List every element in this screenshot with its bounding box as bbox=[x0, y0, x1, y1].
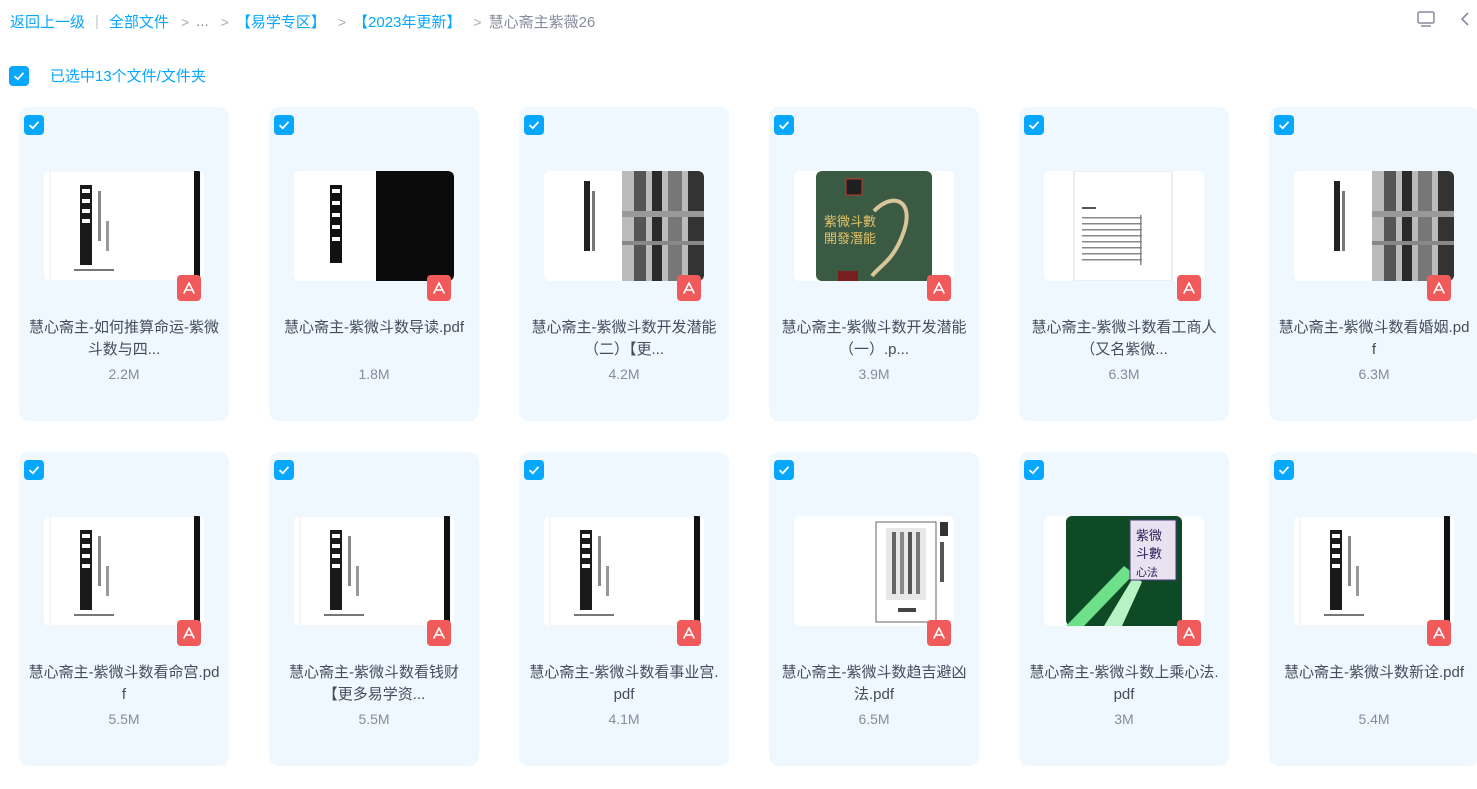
file-card[interactable]: 慧心斋主-紫微斗数看命宫.pdf 5.5M bbox=[19, 452, 229, 766]
file-size: 5.4M bbox=[1358, 711, 1390, 727]
breadcrumb-current: 慧心斋主紫薇26 bbox=[488, 14, 596, 31]
file-thumbnail bbox=[1044, 171, 1204, 281]
file-thumbnail bbox=[794, 516, 954, 626]
file-checkbox[interactable] bbox=[774, 115, 794, 135]
file-checkbox[interactable] bbox=[1024, 460, 1044, 480]
breadcrumb-ellipsis[interactable]: ... bbox=[196, 13, 209, 30]
file-card[interactable]: 紫微斗數心法慧心斋主-紫微斗数上乘心法.pdf 3M bbox=[1019, 452, 1229, 766]
file-checkbox[interactable] bbox=[1274, 460, 1294, 480]
breadcrumb: 返回上一级 | 全部文件 > ... > 【易学专区】 > 【2023年更新】 … bbox=[10, 11, 595, 32]
file-card[interactable]: 慧心斋主-紫微斗数看婚姻.pdf 6.3M bbox=[1269, 107, 1477, 421]
breadcrumb-all-files[interactable]: 全部文件 bbox=[109, 11, 169, 32]
breadcrumb-divider: | bbox=[95, 13, 99, 30]
file-checkbox[interactable] bbox=[1274, 115, 1294, 135]
pdf-icon bbox=[177, 275, 201, 301]
file-card[interactable]: 慧心斋主-紫微斗数开发潜能（二）【更... 4.2M bbox=[519, 107, 729, 421]
file-size: 3M bbox=[1114, 711, 1134, 727]
file-size: 2.2M bbox=[108, 366, 140, 382]
file-size: 3.9M bbox=[858, 366, 890, 382]
file-checkbox[interactable] bbox=[774, 460, 794, 480]
pdf-icon bbox=[1177, 275, 1201, 301]
file-thumbnail bbox=[44, 171, 204, 281]
file-size: 6.3M bbox=[1358, 366, 1390, 382]
file-name: 慧心斋主-如何推算命运-紫微斗数与四... bbox=[29, 319, 219, 358]
file-size: 4.1M bbox=[608, 711, 640, 727]
file-name: 慧心斋主-紫微斗数看工商人（又名紫微... bbox=[1031, 319, 1217, 358]
back-link[interactable]: 返回上一级 bbox=[10, 11, 85, 32]
file-name: 慧心斋主-紫微斗数导读.pdf bbox=[283, 319, 465, 336]
svg-text:紫微斗數: 紫微斗數 bbox=[824, 215, 876, 230]
file-size: 6.3M bbox=[1108, 366, 1140, 382]
file-size: 1.8M bbox=[358, 366, 390, 382]
svg-text:紫微: 紫微 bbox=[1136, 529, 1162, 544]
selection-bar: 已选中13个文件/文件夹 bbox=[9, 65, 206, 86]
file-card[interactable]: 慧心斋主-紫微斗数看工商人（又名紫微... 6.3M bbox=[1019, 107, 1229, 421]
file-checkbox[interactable] bbox=[1024, 115, 1044, 135]
file-name: 慧心斋主-紫微斗数趋吉避凶法.pdf bbox=[781, 664, 967, 703]
file-card[interactable]: 慧心斋主-如何推算命运-紫微斗数与四... 2.2M bbox=[19, 107, 229, 421]
file-thumbnail: 紫微斗數 開發潛能 bbox=[794, 171, 954, 281]
file-card[interactable]: 紫微斗數開發潛能慧心斋主-紫微斗数开发潜能（一）.p... 3.9M bbox=[769, 107, 979, 421]
file-card[interactable]: 慧心斋主-紫微斗数导读.pdf 1.8M bbox=[269, 107, 479, 421]
breadcrumb-chevron-icon: > bbox=[473, 13, 482, 30]
breadcrumb-chevron-icon: > bbox=[220, 13, 229, 30]
breadcrumb-chevron-icon: > bbox=[180, 13, 190, 30]
file-size: 5.5M bbox=[358, 711, 390, 727]
file-thumbnail bbox=[1294, 171, 1454, 281]
pdf-icon bbox=[177, 620, 201, 646]
pdf-icon bbox=[427, 275, 451, 301]
select-all-checkbox[interactable] bbox=[9, 65, 29, 86]
file-checkbox[interactable] bbox=[524, 115, 544, 135]
pdf-icon bbox=[1177, 620, 1201, 646]
file-name: 慧心斋主-紫微斗数新诠.pdf bbox=[1283, 664, 1465, 681]
pdf-icon bbox=[1427, 275, 1451, 301]
file-size: 6.5M bbox=[858, 711, 890, 727]
file-checkbox[interactable] bbox=[274, 115, 294, 135]
file-thumbnail bbox=[1294, 516, 1454, 626]
selection-count-text: 已选中13个文件/文件夹 bbox=[50, 68, 206, 85]
pdf-icon bbox=[427, 620, 451, 646]
file-card[interactable]: 慧心斋主-紫微斗数趋吉避凶法.pdf 6.5M bbox=[769, 452, 979, 766]
file-thumbnail bbox=[294, 516, 454, 626]
svg-text:開發潛能: 開發潛能 bbox=[824, 232, 876, 247]
breadcrumb-folder-2023[interactable]: 【2023年更新】 bbox=[353, 11, 461, 32]
file-checkbox[interactable] bbox=[24, 115, 44, 135]
top-bar: 返回上一级 | 全部文件 > ... > 【易学专区】 > 【2023年更新】 … bbox=[0, 0, 1477, 42]
breadcrumb-chevron-icon: > bbox=[337, 13, 347, 30]
file-checkbox[interactable] bbox=[24, 460, 44, 480]
file-card[interactable]: 慧心斋主-紫微斗数新诠.pdf 5.4M bbox=[1269, 452, 1477, 766]
file-name: 慧心斋主-紫微斗数开发潜能（一）.p... bbox=[781, 319, 967, 358]
file-card[interactable]: 慧心斋主-紫微斗数看钱财【更多易学资... 5.5M bbox=[269, 452, 479, 766]
file-card[interactable]: 慧心斋主-紫微斗数看事业宫.pdf 4.1M bbox=[519, 452, 729, 766]
svg-text:心法: 心法 bbox=[1136, 565, 1158, 579]
file-size: 5.5M bbox=[108, 711, 140, 727]
monitor-icon[interactable] bbox=[1416, 9, 1436, 29]
file-name: 慧心斋主-紫微斗数看钱财【更多易学资... bbox=[289, 664, 459, 703]
svg-text:斗數: 斗數 bbox=[1136, 547, 1162, 562]
file-name: 慧心斋主-紫微斗数开发潜能（二）【更... bbox=[531, 319, 717, 358]
breadcrumb-folder-yixue[interactable]: 【易学专区】 bbox=[236, 11, 326, 32]
file-checkbox[interactable] bbox=[524, 460, 544, 480]
chevron-left-icon[interactable] bbox=[1455, 9, 1475, 29]
file-thumbnail bbox=[544, 516, 704, 626]
file-name: 慧心斋主-紫微斗数看事业宫.pdf bbox=[529, 664, 719, 703]
pdf-icon bbox=[677, 620, 701, 646]
file-thumbnail bbox=[44, 516, 204, 626]
pdf-icon bbox=[927, 620, 951, 646]
file-thumbnail bbox=[294, 171, 454, 281]
file-size: 4.2M bbox=[608, 366, 640, 382]
file-name: 慧心斋主-紫微斗数看婚姻.pdf bbox=[1278, 319, 1470, 358]
file-thumbnail: 紫微 斗數 心法 bbox=[1044, 516, 1204, 626]
file-thumbnail bbox=[544, 171, 704, 281]
pdf-icon bbox=[1427, 620, 1451, 646]
file-name: 慧心斋主-紫微斗数看命宫.pdf bbox=[28, 664, 220, 703]
pdf-icon bbox=[927, 275, 951, 301]
file-name: 慧心斋主-紫微斗数上乘心法.pdf bbox=[1029, 664, 1219, 703]
file-checkbox[interactable] bbox=[274, 460, 294, 480]
pdf-icon bbox=[677, 275, 701, 301]
